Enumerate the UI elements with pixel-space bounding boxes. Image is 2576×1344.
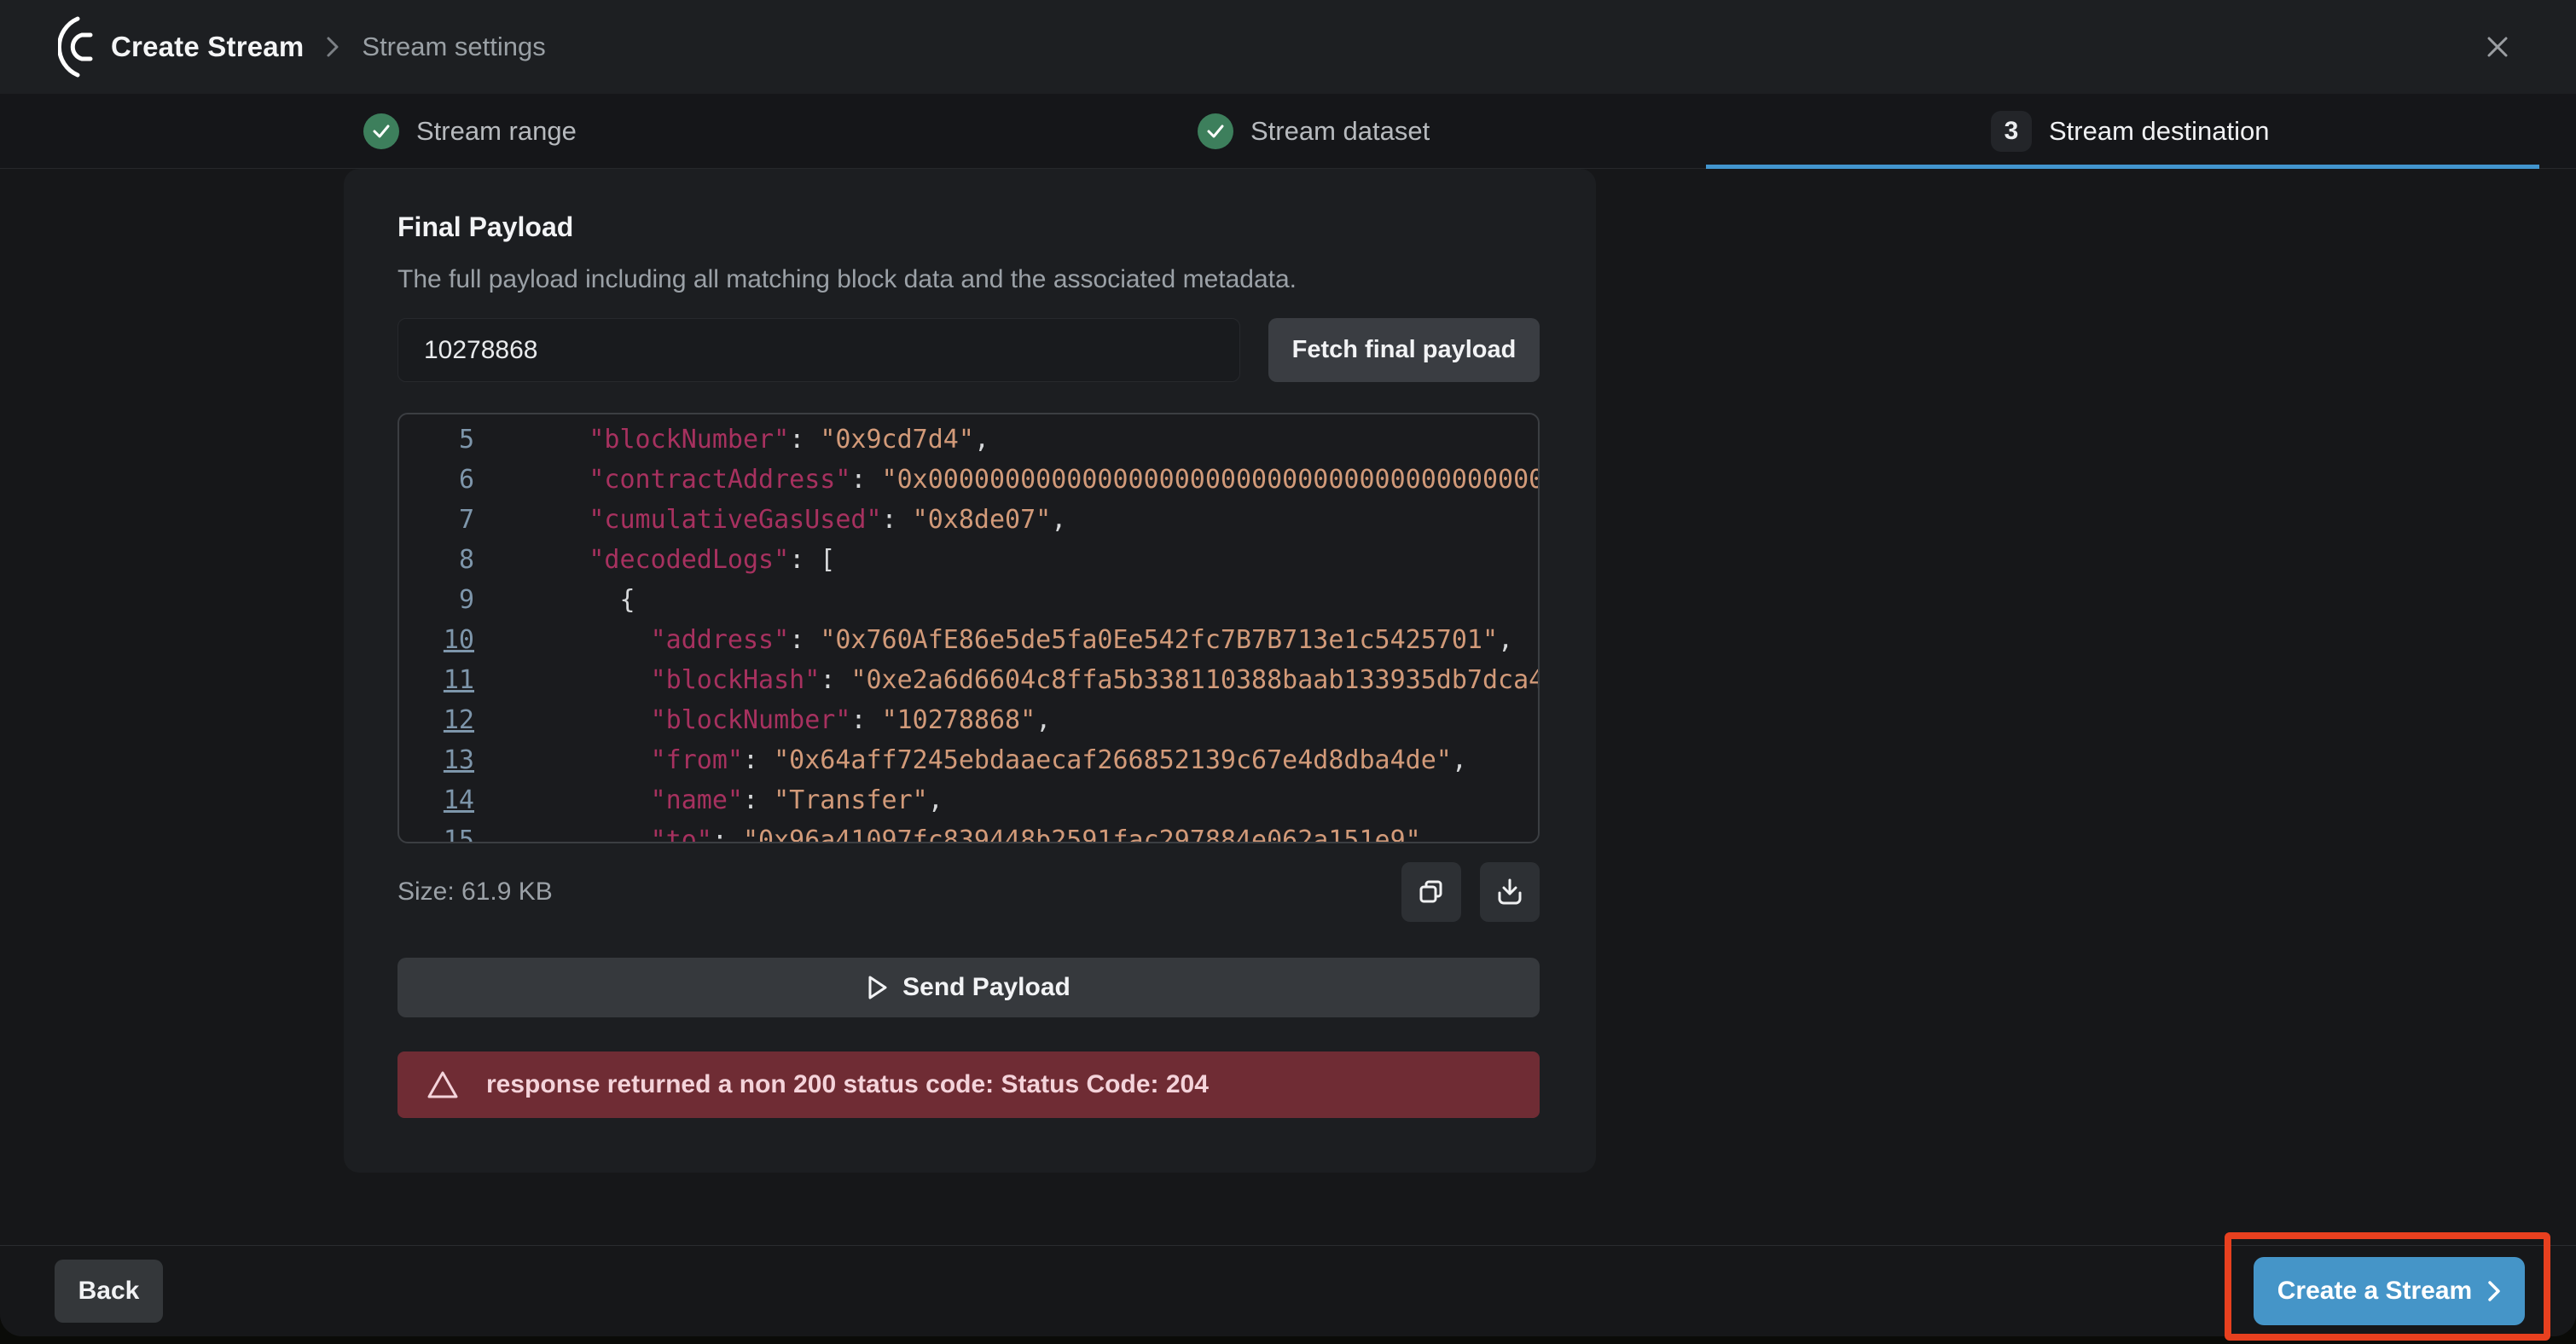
code-line: 5 "blockNumber": "0x9cd7d4", — [418, 420, 1538, 460]
play-icon — [867, 975, 889, 1000]
download-icon — [1494, 876, 1526, 908]
fetch-final-payload-button[interactable]: Fetch final payload — [1268, 318, 1540, 382]
footer-bar: Back Create a Stream — [0, 1245, 2576, 1336]
send-payload-button[interactable]: Send Payload — [397, 958, 1540, 1017]
payload-code-viewer[interactable]: 5 "blockNumber": "0x9cd7d4",6 "contractA… — [397, 413, 1540, 843]
warning-triangle-icon — [426, 1069, 459, 1100]
payload-size-label: Size: 61.9 KB — [397, 878, 553, 907]
code-line: 7 "cumulativeGasUsed": "0x8de07", — [418, 500, 1538, 540]
step-label: Stream destination — [2049, 116, 2269, 147]
section-heading: Final Payload — [397, 211, 1542, 243]
copy-payload-button[interactable] — [1401, 862, 1461, 922]
app-logo-icon — [58, 14, 97, 80]
error-message: response returned a non 200 status code:… — [486, 1070, 1209, 1099]
code-line: 10 "address": "0x760AfE86e5de5fa0Ee542fc… — [418, 620, 1538, 660]
block-number-input[interactable] — [397, 318, 1240, 382]
block-input-row: Fetch final payload — [397, 318, 1542, 382]
close-icon — [2485, 34, 2510, 60]
check-icon — [1198, 113, 1233, 149]
main-content: Final Payload The full payload including… — [0, 169, 2576, 1245]
copy-icon — [1415, 876, 1448, 908]
chevron-right-icon — [2487, 1280, 2501, 1302]
breadcrumb-chevron-icon — [326, 35, 339, 59]
code-lines: 5 "blockNumber": "0x9cd7d4",6 "contractA… — [418, 420, 1538, 843]
code-line: 11 "blockHash": "0xe2a6d6604c8ffa5b33811… — [418, 660, 1538, 700]
step-stream-dataset[interactable]: Stream dataset — [1198, 94, 1430, 168]
send-payload-label: Send Payload — [902, 973, 1070, 1002]
step-stream-destination[interactable]: 3 Stream destination — [1991, 94, 2269, 168]
check-icon — [363, 113, 399, 149]
close-button[interactable] — [2474, 23, 2521, 71]
payload-size-row: Size: 61.9 KB — [397, 862, 1540, 922]
download-payload-button[interactable] — [1480, 862, 1540, 922]
code-line: 12 "blockNumber": "10278868", — [418, 700, 1538, 740]
page-title: Create Stream — [111, 31, 304, 63]
code-line: 14 "name": "Transfer", — [418, 780, 1538, 820]
code-line: 9 { — [418, 580, 1538, 620]
top-bar: Create Stream Stream settings — [0, 0, 2576, 94]
create-stream-modal: Create Stream Stream settings Stream ran… — [0, 0, 2576, 1336]
final-payload-card: Final Payload The full payload including… — [344, 169, 1596, 1173]
stepper: Stream range Stream dataset 3 Stream des… — [0, 94, 2576, 169]
code-line: 13 "from": "0x64aff7245ebdaaecaf26685213… — [418, 740, 1538, 780]
code-line: 8 "decodedLogs": [ — [418, 540, 1538, 580]
back-button[interactable]: Back — [55, 1260, 163, 1323]
code-line: 15 "to": "0x96a41097fc839448b2591fac2978… — [418, 820, 1538, 843]
step-number-badge: 3 — [1991, 111, 2032, 152]
create-stream-button[interactable]: Create a Stream — [2254, 1257, 2525, 1325]
error-banner: response returned a non 200 status code:… — [397, 1051, 1540, 1118]
code-line: 6 "contractAddress": "0x0000000000000000… — [418, 460, 1538, 500]
create-stream-label: Create a Stream — [2277, 1277, 2472, 1306]
step-label: Stream range — [416, 116, 577, 147]
step-stream-range[interactable]: Stream range — [363, 94, 577, 168]
breadcrumb: Stream settings — [362, 32, 545, 62]
step-label: Stream dataset — [1250, 116, 1430, 147]
section-description: The full payload including all matching … — [397, 265, 1542, 294]
